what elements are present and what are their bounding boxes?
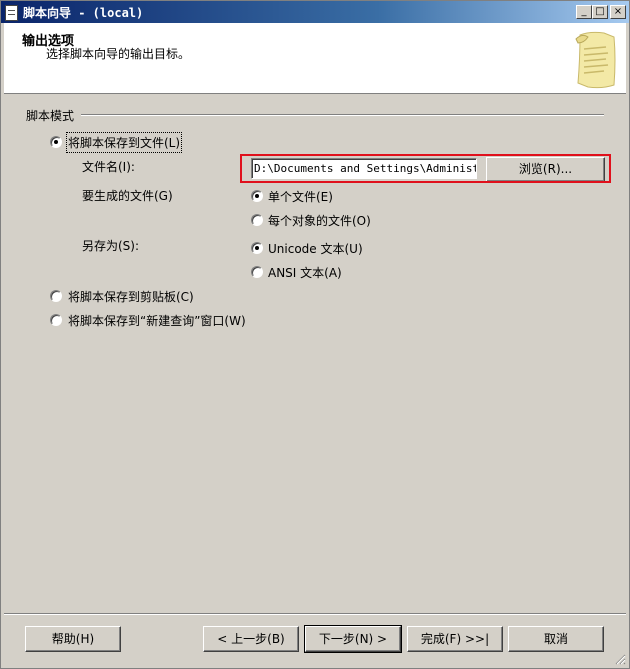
save-to-file-radio[interactable] xyxy=(50,136,62,148)
back-button[interactable]: < 上一步(B) xyxy=(203,626,299,652)
single-file-radio[interactable] xyxy=(251,190,263,202)
close-icon: × xyxy=(613,6,623,17)
ansi-text-label[interactable]: ANSI 文本(A) xyxy=(268,264,342,281)
page-subtitle: 选择脚本向导的输出目标。 xyxy=(46,47,191,61)
finish-button[interactable]: 完成(F) >>| xyxy=(407,626,503,652)
window-title: 脚本向导 - (local) xyxy=(23,6,144,20)
finish-button-label: 完成(F) >>| xyxy=(420,632,490,646)
ansi-text-radio[interactable] xyxy=(251,266,263,278)
group-divider xyxy=(81,114,604,116)
wizard-header: 输出选项 选择脚本向导的输出目标。 xyxy=(4,23,626,94)
save-as-label: 另存为(S): xyxy=(82,239,140,253)
document-icon xyxy=(5,5,18,21)
help-button[interactable]: 帮助(H) xyxy=(25,626,121,652)
file-per-object-label[interactable]: 每个对象的文件(O) xyxy=(268,212,371,229)
back-button-label: < 上一步(B) xyxy=(217,632,285,646)
files-to-generate-label: 要生成的文件(G) xyxy=(82,189,173,203)
minimize-button[interactable]: _ xyxy=(576,5,592,19)
file-name-label: 文件名(I): xyxy=(82,160,135,174)
single-file-label[interactable]: 单个文件(E) xyxy=(268,188,333,205)
help-button-label: 帮助(H) xyxy=(51,632,95,646)
minimize-icon: _ xyxy=(581,6,587,17)
unicode-text-label[interactable]: Unicode 文本(U) xyxy=(268,240,363,257)
unicode-text-radio[interactable] xyxy=(251,242,263,254)
next-button[interactable]: 下一步(N) > xyxy=(304,625,402,653)
next-button-label: 下一步(N) > xyxy=(318,632,388,646)
close-button[interactable]: × xyxy=(610,5,626,19)
footer-divider xyxy=(4,613,626,615)
save-to-file-label[interactable]: 将脚本保存到文件(L) xyxy=(65,132,183,153)
title-bar[interactable]: 脚本向导 - (local) _ □ × xyxy=(1,1,629,23)
maximize-icon: □ xyxy=(595,6,605,17)
cancel-button[interactable]: 取消 xyxy=(508,626,604,652)
maximize-button[interactable]: □ xyxy=(592,5,608,19)
highlight-annotation xyxy=(240,154,611,183)
scroll-icon xyxy=(575,31,616,89)
file-per-object-radio[interactable] xyxy=(251,214,263,226)
save-to-clipboard-label[interactable]: 将脚本保存到剪贴板(C) xyxy=(68,288,194,305)
script-mode-group-label: 脚本模式 xyxy=(26,107,79,124)
wizard-window: 脚本向导 - (local) _ □ × 输出选项 选择脚本向导的输出目标。 脚… xyxy=(0,0,630,669)
cancel-button-label: 取消 xyxy=(543,632,568,646)
save-to-new-query-label[interactable]: 将脚本保存到“新建查询”窗口(W) xyxy=(68,312,246,329)
save-to-clipboard-radio[interactable] xyxy=(50,290,62,302)
resize-grip-icon[interactable] xyxy=(614,653,626,665)
save-to-new-query-radio[interactable] xyxy=(50,314,62,326)
